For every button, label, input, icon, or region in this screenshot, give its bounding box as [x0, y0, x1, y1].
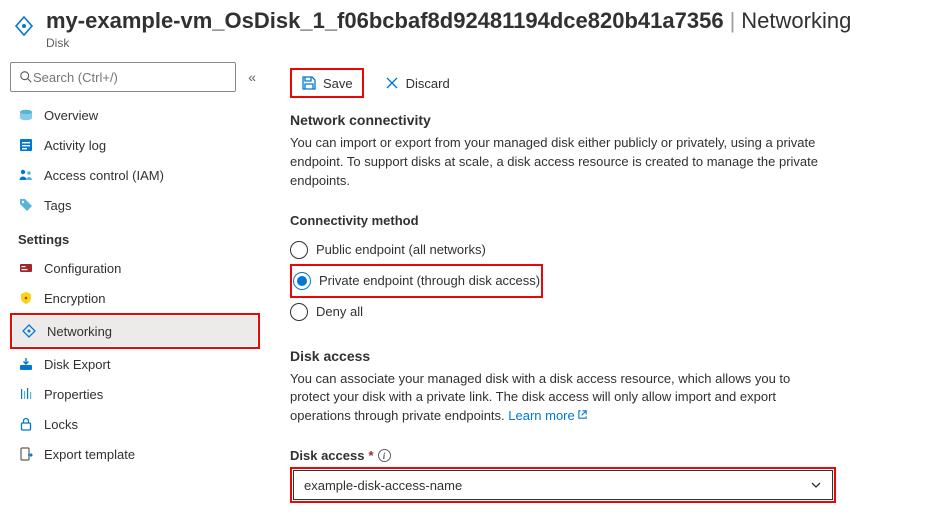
sidebar-item-label: Overview [44, 108, 98, 123]
sidebar-item-activity-log[interactable]: Activity log [10, 130, 260, 160]
activitylog-icon [18, 137, 34, 153]
sidebar-item-label: Properties [44, 387, 103, 402]
sidebar-item-label: Tags [44, 198, 71, 213]
radio-button-icon [290, 241, 308, 259]
sidebar-item-label: Access control (IAM) [44, 168, 164, 183]
learn-more-link[interactable]: Learn more [508, 408, 587, 423]
locks-icon [18, 416, 34, 432]
disk-access-select[interactable]: example-disk-access-name [293, 470, 833, 500]
discard-button[interactable]: Discard [376, 71, 458, 95]
network-connectivity-desc: You can import or export from your manag… [290, 134, 830, 191]
disk-access-title: Disk access [290, 348, 921, 364]
sidebar-item-label: Export template [44, 447, 135, 462]
save-button[interactable]: Save [293, 71, 361, 95]
config-icon [18, 260, 34, 276]
network-connectivity-title: Network connectivity [290, 112, 921, 128]
sidebar-item-export-template[interactable]: Export template [10, 439, 260, 469]
overview-icon [18, 107, 34, 123]
radio-label: Private endpoint (through disk access) [319, 273, 540, 288]
sidebar-item-tags[interactable]: Tags [10, 190, 260, 220]
main-content: Save Discard Network connectivity You ca… [270, 54, 941, 511]
discard-icon [384, 75, 400, 91]
info-icon[interactable]: i [378, 449, 391, 462]
resource-type-label: Disk [46, 36, 929, 50]
settings-section-header: Settings [10, 220, 260, 253]
toolbar: Save Discard [290, 62, 921, 112]
disk-access-field-label: Disk access * i [290, 448, 921, 463]
encryption-icon [18, 290, 34, 306]
sidebar-search[interactable] [10, 62, 236, 92]
diskexport-icon [18, 356, 34, 372]
radio-button-icon [290, 303, 308, 321]
sidebar-item-configuration[interactable]: Configuration [10, 253, 260, 283]
properties-icon [18, 386, 34, 402]
sidebar-item-overview[interactable]: Overview [10, 100, 260, 130]
exporttemplate-icon [18, 446, 34, 462]
sidebar-item-locks[interactable]: Locks [10, 409, 260, 439]
radio-label: Public endpoint (all networks) [316, 242, 486, 257]
sidebar-item-encryption[interactable]: Encryption [10, 283, 260, 313]
sidebar-item-access-control-iam-[interactable]: Access control (IAM) [10, 160, 260, 190]
radio-button-icon [293, 272, 311, 290]
required-indicator: * [368, 448, 373, 463]
sidebar-item-label: Networking [47, 324, 112, 339]
sidebar-item-properties[interactable]: Properties [10, 379, 260, 409]
networking-icon [21, 323, 37, 339]
iam-icon [18, 167, 34, 183]
sidebar-item-disk-export[interactable]: Disk Export [10, 349, 260, 379]
sidebar-item-label: Locks [44, 417, 78, 432]
radio-label: Deny all [316, 304, 363, 319]
page-title: my-example-vm_OsDisk_1_f06bcbaf8d9248119… [46, 8, 929, 34]
disk-access-desc: You can associate your managed disk with… [290, 370, 830, 427]
sidebar-item-networking[interactable]: Networking [13, 316, 257, 346]
external-link-icon [577, 407, 588, 426]
sidebar-item-label: Configuration [44, 261, 121, 276]
connectivity-method-label: Connectivity method [290, 213, 921, 228]
connectivity-option-private-endpoint-through-disk-access[interactable]: Private endpoint (through disk access) [293, 267, 540, 295]
chevron-down-icon [810, 479, 822, 491]
sidebar-item-label: Disk Export [44, 357, 110, 372]
search-input[interactable] [33, 70, 227, 85]
sidebar-item-label: Activity log [44, 138, 106, 153]
save-icon [301, 75, 317, 91]
sidebar-item-label: Encryption [44, 291, 105, 306]
collapse-sidebar-button[interactable]: « [244, 65, 260, 89]
sidebar: « Overview Activity log Access control (IA… [0, 54, 270, 511]
connectivity-method-radiogroup: Public endpoint (all networks) Private en… [290, 236, 921, 326]
connectivity-option-public-endpoint-all-networks[interactable]: Public endpoint (all networks) [290, 236, 921, 264]
disk-resource-icon [12, 14, 36, 38]
connectivity-option-deny-all[interactable]: Deny all [290, 298, 921, 326]
tags-icon [18, 197, 34, 213]
search-icon [19, 70, 33, 84]
